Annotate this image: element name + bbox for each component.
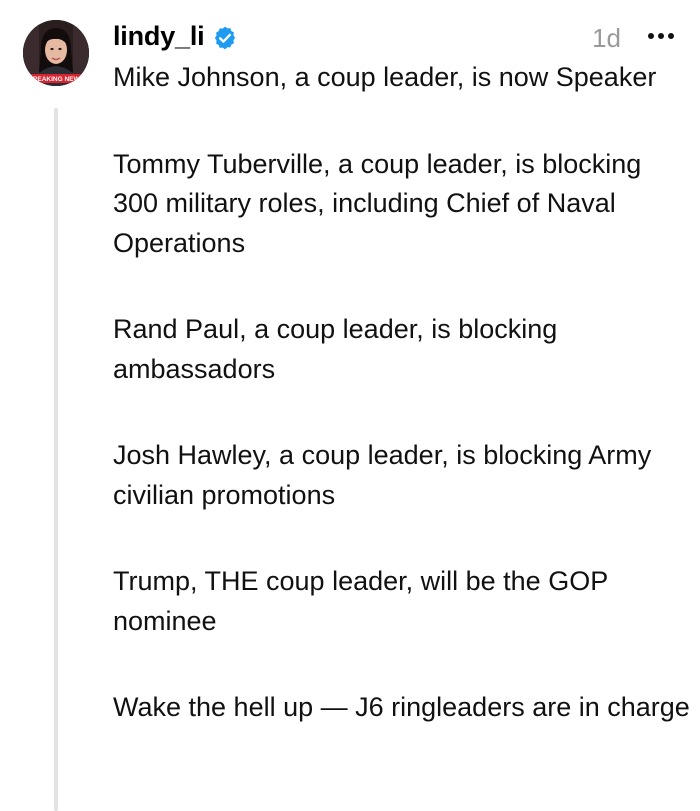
post-paragraph: Mike Johnson, a coup leader, is now Spea… — [113, 62, 657, 92]
more-dot — [668, 33, 674, 39]
post-paragraph: Josh Hawley, a coup leader, is blocking … — [113, 440, 652, 510]
post: BREAKING NEWS lindy_li 1d Mike Johnson, … — [0, 0, 700, 811]
post-paragraph: Rand Paul, a coup leader, is blocking am… — [113, 314, 558, 384]
post-header: lindy_li 1d — [113, 16, 683, 56]
post-paragraph: Trump, THE coup leader, will be the GOP … — [113, 566, 608, 636]
thread-line — [54, 108, 58, 811]
post-paragraph: Wake the hell up — J6 ringleaders are in… — [113, 692, 690, 722]
avatar-image: BREAKING NEWS — [23, 20, 89, 86]
more-options-icon[interactable] — [643, 18, 679, 54]
more-dot — [658, 33, 664, 39]
avatar[interactable]: BREAKING NEWS — [23, 20, 89, 86]
username[interactable]: lindy_li — [113, 20, 205, 52]
timestamp: 1d — [592, 23, 621, 53]
post-paragraph: Tommy Tuberville, a coup leader, is bloc… — [113, 148, 642, 258]
more-dot — [648, 33, 654, 39]
verified-badge-icon — [212, 25, 238, 51]
avatar-badge-text: BREAKING NEWS — [28, 76, 85, 83]
post-body: Mike Johnson, a coup leader, is now Spea… — [113, 58, 693, 728]
